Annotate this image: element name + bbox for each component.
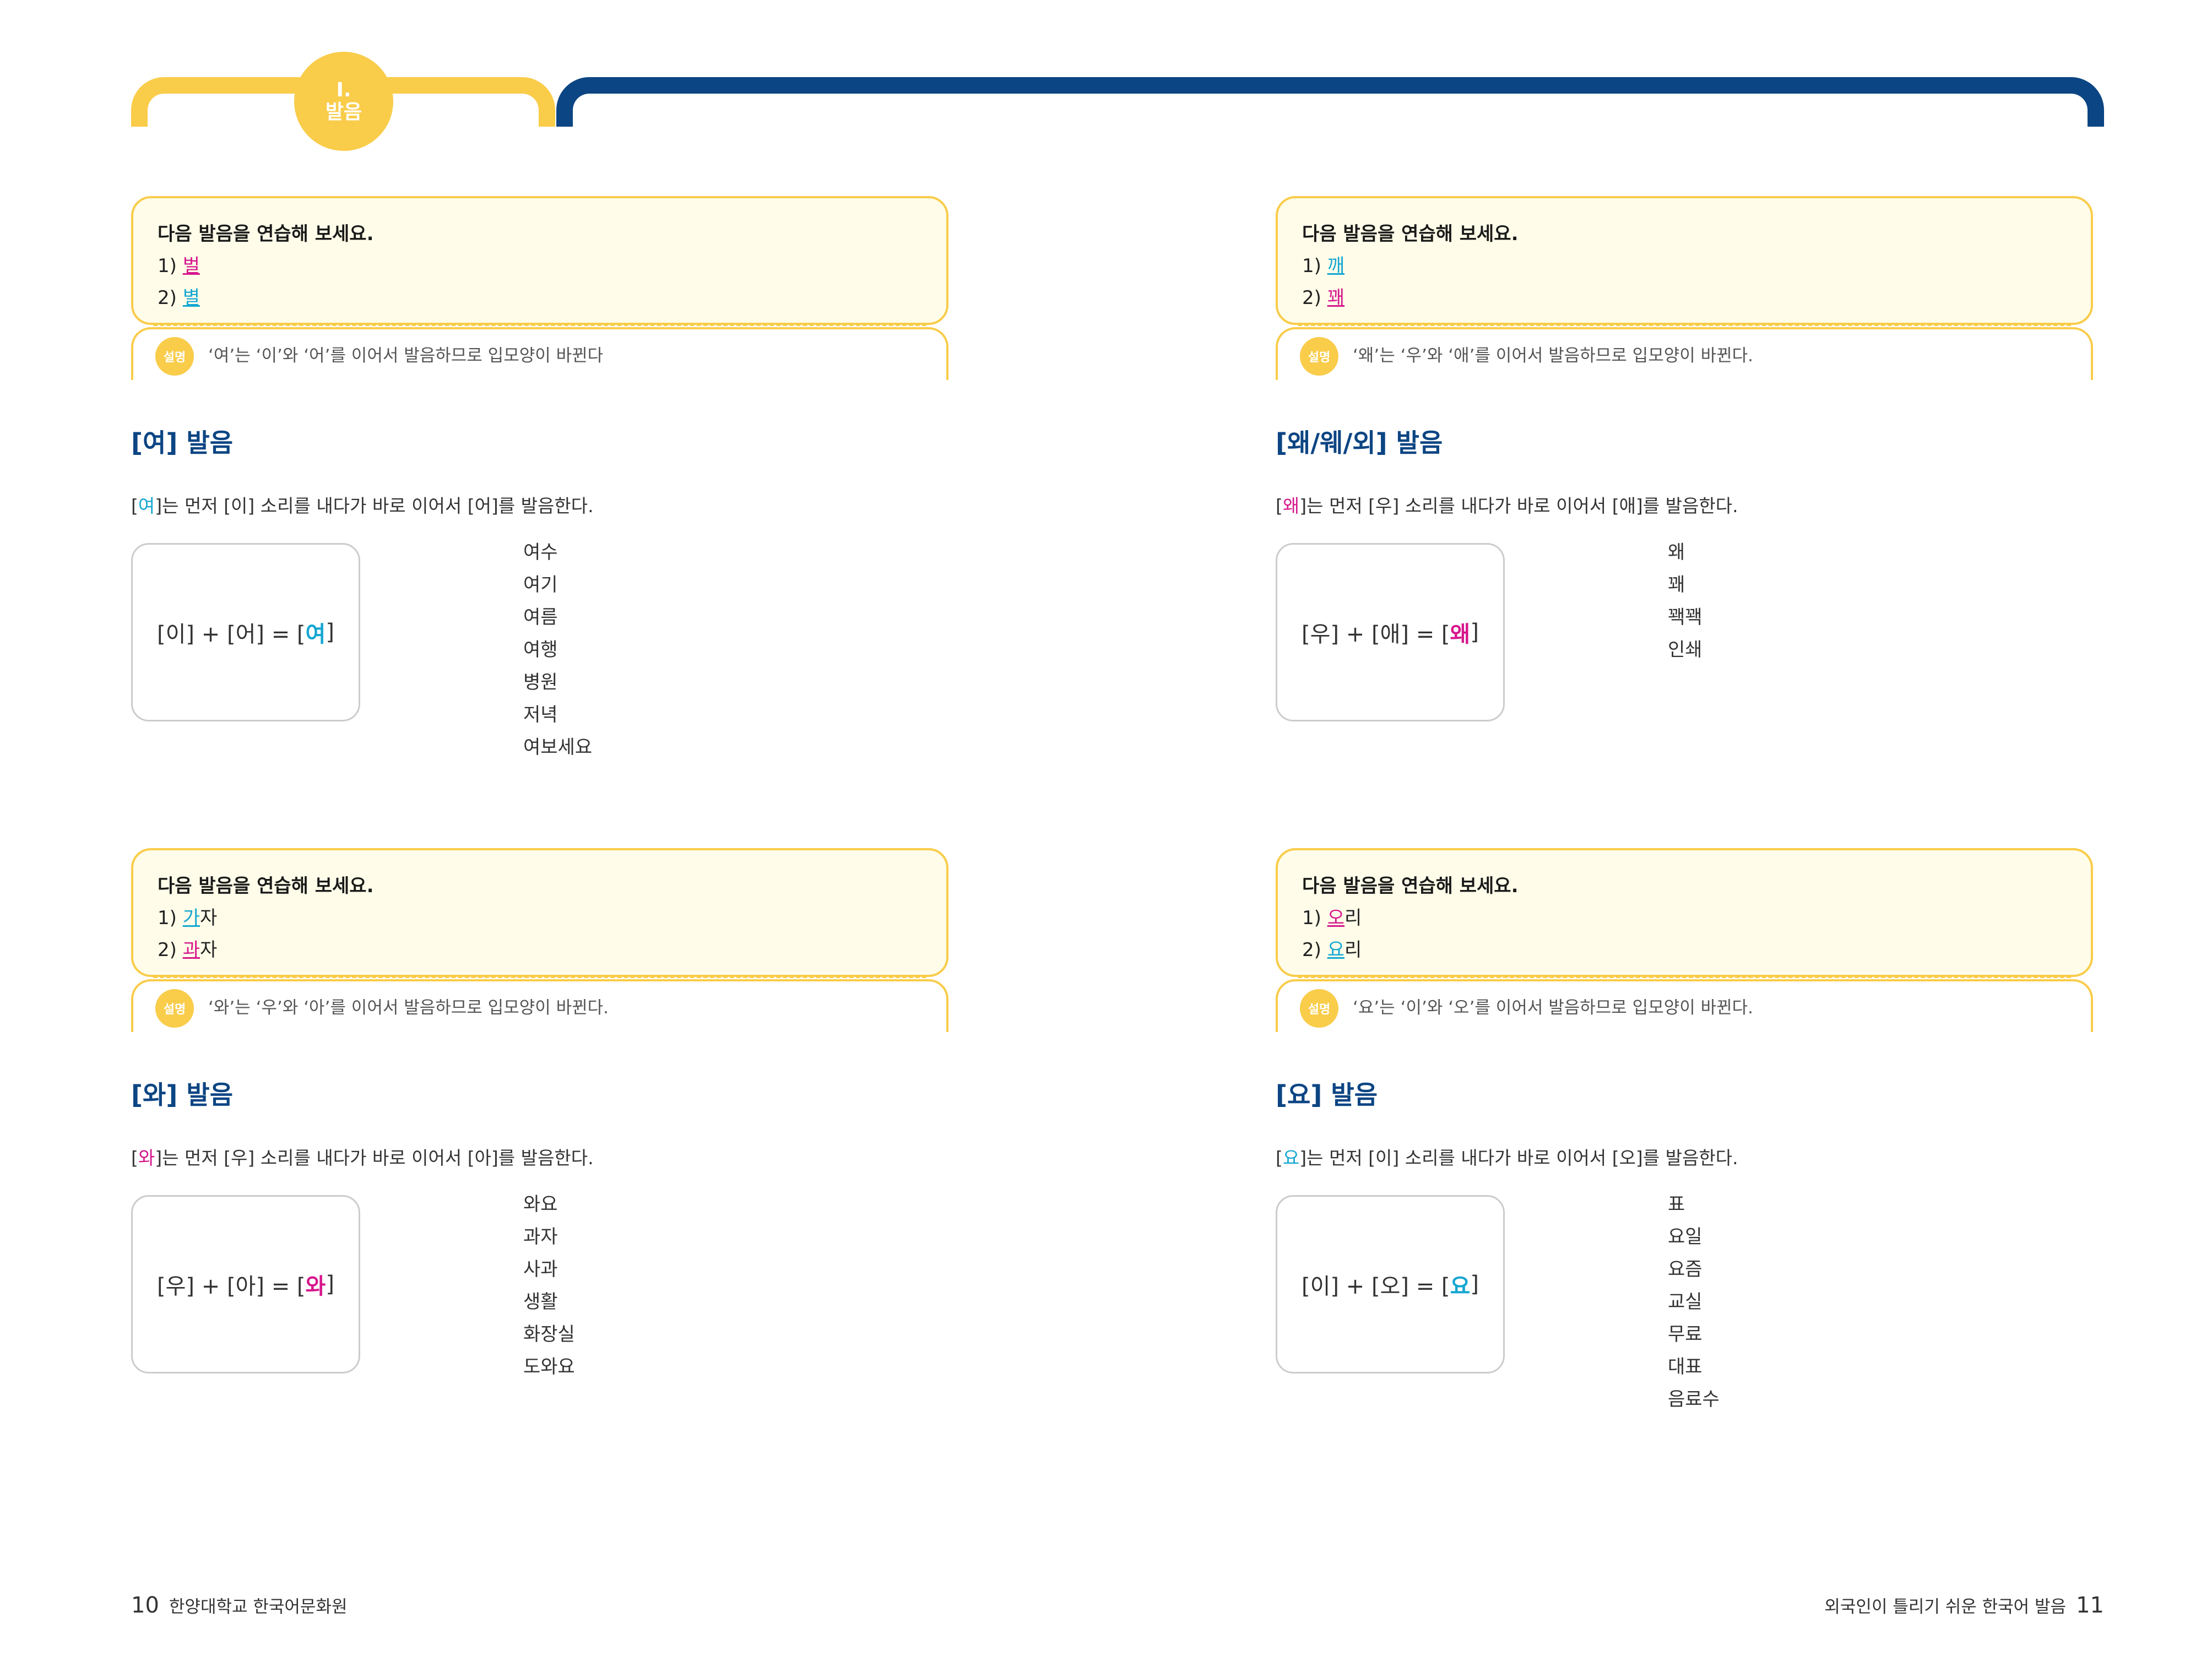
explanation-text: ‘요’는 ‘이’와 ‘오’를 이어서 발음하므로 입모양이 바뀐다. xyxy=(1353,998,1754,1018)
list-item: 요즘 xyxy=(1668,1258,1703,1280)
word-list: 표 요일 요즘 교실 무료 대표 음료수 xyxy=(1668,1188,1720,1416)
list-item: 왜 xyxy=(1668,541,1685,563)
practice-box: 다음 발음을 연습해 보세요. 1) 오리 2) 요리 xyxy=(1276,848,2093,977)
list-item: 화장실 xyxy=(523,1323,575,1345)
chapter-badge: I. 발음 xyxy=(294,52,393,151)
section-heading: [여] 발음 xyxy=(131,428,234,458)
list-item: 과자 xyxy=(523,1226,558,1248)
practice-title: 다음 발음을 연습해 보세요. xyxy=(158,875,374,897)
section-heading: [와] 발음 xyxy=(131,1080,234,1110)
practice-item-1: 1) 가자 xyxy=(158,907,218,929)
list-item: 여행 xyxy=(523,639,558,661)
practice-box: 다음 발음을 연습해 보세요. 1) 벌 2) 별 xyxy=(131,196,948,325)
footer-book-title: 외국인이 틀리기 쉬운 한국어 발음 xyxy=(1824,1597,2067,1617)
list-item: 병원 xyxy=(523,671,558,693)
formula-box: [우] + [애] = [왜] xyxy=(1276,543,1505,721)
practice-item-highlight: 요 xyxy=(1327,939,1344,961)
practice-item-1: 1) 깨 xyxy=(1302,255,1344,277)
list-item: 사과 xyxy=(523,1258,558,1280)
list-item: 인쇄 xyxy=(1668,639,1703,661)
practice-item-highlight: 꽤 xyxy=(1327,287,1344,309)
list-item: 꽥꽥 xyxy=(1668,606,1703,628)
practice-item-highlight: 별 xyxy=(182,287,200,309)
divider xyxy=(153,324,926,326)
formula-box: [이] + [오] = [요] xyxy=(1276,1195,1505,1374)
practice-item-2: 2) 별 xyxy=(158,287,200,309)
explanation-text: ‘와’는 ‘우’와 ‘아’를 이어서 발음하므로 입모양이 바뀐다. xyxy=(208,998,609,1018)
footer-left: 10 한양대학교 한국어문화원 xyxy=(131,1592,347,1621)
divider xyxy=(1298,324,2071,326)
list-item: 표 xyxy=(1668,1193,1685,1215)
practice-title: 다음 발음을 연습해 보세요. xyxy=(158,223,374,245)
list-item: 여수 xyxy=(523,541,558,563)
list-item: 여기 xyxy=(523,574,558,596)
list-item: 요일 xyxy=(1668,1226,1703,1248)
formula-box: [우] + [아] = [와] xyxy=(131,1195,360,1374)
practice-title: 다음 발음을 연습해 보세요. xyxy=(1302,223,1519,245)
explanation-badge: 설명 xyxy=(155,337,194,376)
list-item: 대표 xyxy=(1668,1356,1703,1378)
formula-box: [이] + [어] = [여] xyxy=(131,543,360,721)
footer-right: 외국인이 틀리기 쉬운 한국어 발음 11 xyxy=(1824,1592,2104,1621)
chapter-number: I. xyxy=(336,79,351,101)
footer-publisher: 한양대학교 한국어문화원 xyxy=(169,1597,348,1617)
practice-title: 다음 발음을 연습해 보세요. xyxy=(1302,875,1519,897)
divider xyxy=(1298,976,2071,978)
page-number-left: 10 xyxy=(131,1593,159,1618)
section-description: [여]는 먼저 [이] 소리를 내다가 바로 이어서 [어]를 발음한다. xyxy=(131,495,594,517)
practice-item-highlight: 가 xyxy=(182,907,200,929)
practice-item-highlight: 벌 xyxy=(182,255,200,277)
word-list: 여수 여기 여름 여행 병원 저녁 여보세요 xyxy=(523,536,592,764)
divider xyxy=(153,976,926,978)
page-number-right: 11 xyxy=(2076,1593,2104,1618)
section-heading: [왜/웨/외] 발음 xyxy=(1276,428,1443,458)
chapter-tab-right xyxy=(556,77,2104,127)
word-list: 와요 과자 사과 생활 화장실 도와요 xyxy=(523,1188,575,1383)
list-item: 생활 xyxy=(523,1291,558,1313)
practice-box: 다음 발음을 연습해 보세요. 1) 가자 2) 과자 xyxy=(131,848,948,977)
section-description: [요]는 먼저 [이] 소리를 내다가 바로 이어서 [오]를 발음한다. xyxy=(1276,1147,1738,1169)
explanation-badge: 설명 xyxy=(155,989,194,1028)
list-item: 여름 xyxy=(523,606,558,628)
list-item: 꽤 xyxy=(1668,574,1685,596)
section-heading: [요] 발음 xyxy=(1276,1080,1378,1110)
word-list: 왜 꽤 꽥꽥 인쇄 xyxy=(1668,536,1703,666)
section-description: [왜]는 먼저 [우] 소리를 내다가 바로 이어서 [애]를 발음한다. xyxy=(1276,495,1738,517)
chapter-title: 발음 xyxy=(325,101,362,123)
list-item: 교실 xyxy=(1668,1291,1703,1313)
practice-item-2: 2) 꽤 xyxy=(1302,287,1344,309)
explanation-badge: 설명 xyxy=(1300,337,1338,376)
practice-item-2: 2) 요리 xyxy=(1302,939,1362,961)
list-item: 여보세요 xyxy=(523,736,593,758)
list-item: 도와요 xyxy=(523,1356,575,1378)
list-item: 음료수 xyxy=(1668,1388,1720,1410)
practice-item-1: 1) 벌 xyxy=(158,255,200,277)
practice-item-highlight: 과 xyxy=(182,939,200,961)
list-item: 무료 xyxy=(1668,1323,1703,1345)
practice-item-highlight: 깨 xyxy=(1327,255,1344,277)
explanation-text: ‘여’는 ‘이’와 ‘어’를 이어서 발음하므로 입모양이 바뀐다 xyxy=(208,346,604,366)
practice-item-1: 1) 오리 xyxy=(1302,907,1362,929)
list-item: 와요 xyxy=(523,1193,558,1215)
explanation-badge: 설명 xyxy=(1300,989,1338,1028)
practice-box: 다음 발음을 연습해 보세요. 1) 깨 2) 꽤 xyxy=(1276,196,2093,325)
list-item: 저녁 xyxy=(523,704,558,726)
practice-item-2: 2) 과자 xyxy=(158,939,218,961)
explanation-text: ‘왜’는 ‘우’와 ‘애’를 이어서 발음하므로 입모양이 바뀐다. xyxy=(1353,346,1754,366)
practice-item-highlight: 오 xyxy=(1327,907,1344,929)
section-description: [와]는 먼저 [우] 소리를 내다가 바로 이어서 [아]를 발음한다. xyxy=(131,1147,594,1169)
